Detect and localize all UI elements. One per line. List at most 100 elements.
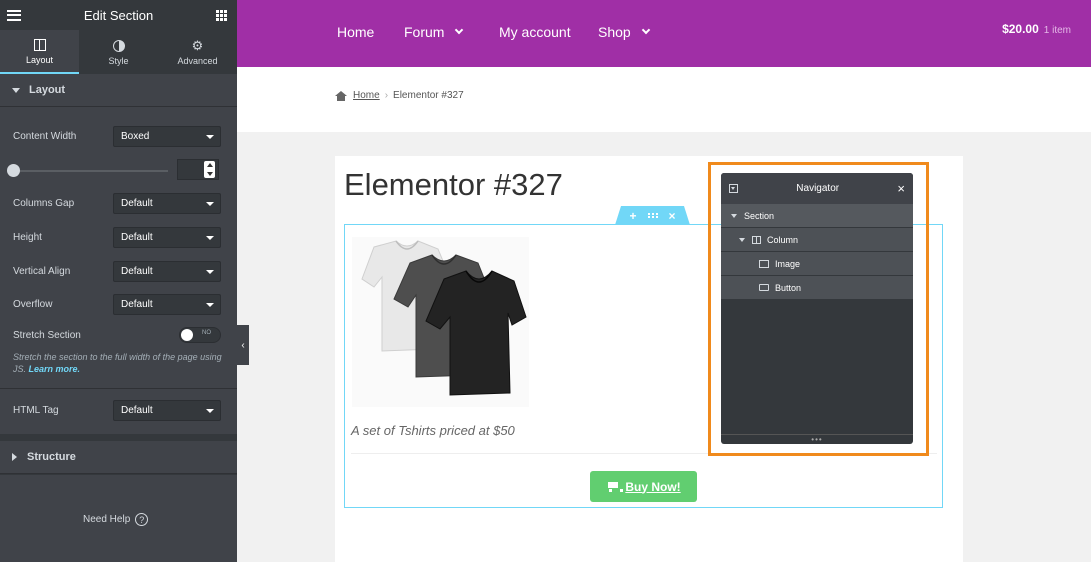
panel-title: Edit Section [83,7,154,23]
chevron-left-icon: ‹ [241,339,245,351]
navigator-item-button[interactable]: Button [721,276,913,300]
nav-my-account[interactable]: My account [499,24,571,40]
content-width-select[interactable]: Boxed [113,126,221,147]
learn-more-link[interactable]: Learn more. [29,364,81,374]
html-tag-label: HTML Tag [13,405,59,416]
breadcrumb-bar: Home › Elementor #327 [237,67,1091,132]
stretch-section-toggle[interactable]: NO [179,327,221,343]
columns-gap-select[interactable]: Default [113,193,221,214]
drag-handle-icon[interactable] [647,213,658,218]
add-section-icon[interactable]: + [629,209,636,223]
close-icon[interactable]: × [897,181,905,196]
width-slider-handle[interactable] [7,164,20,177]
navigator-item-section[interactable]: Section [721,204,913,228]
nav-shop[interactable]: Shop [598,24,650,40]
tab-layout[interactable]: Layout [0,30,79,74]
breadcrumb-separator: › [384,90,389,101]
navigator-item-label: Section [744,210,775,221]
content-width-value: Boxed [121,131,150,142]
home-icon [335,90,347,101]
tab-layout-label: Layout [25,54,54,65]
delete-section-icon[interactable]: × [669,209,676,223]
buy-now-label: Buy Now! [625,479,681,494]
navigator-resize-handle[interactable]: ••• [721,434,913,444]
need-help-label: Need Help [83,514,131,525]
tab-advanced[interactable]: ⚙ Advanced [158,30,237,74]
navigator-item-image[interactable]: Image [721,252,913,276]
breadcrumb: Home › Elementor #327 [335,90,464,101]
cart-item-count: 1 item [1043,25,1071,36]
collapse-all-icon[interactable] [729,184,738,193]
overflow-value: Default [121,299,153,310]
width-number-input[interactable] [177,159,219,180]
columns-gap-control: Columns Gap Default [13,193,221,214]
shopping-cart-icon [606,481,624,492]
layout-section-header[interactable]: Layout [0,74,237,107]
caret-down-icon [12,87,20,93]
caret-down-icon[interactable] [731,213,737,218]
spinner-down-icon[interactable] [206,171,213,176]
height-label: Height [13,232,42,243]
cart-total: $20.00 [1002,22,1039,36]
navigator-header[interactable]: Navigator × [721,173,913,204]
number-spinner[interactable] [204,161,215,178]
navigator-item-label: Column [767,234,799,245]
html-tag-value: Default [121,405,153,416]
toggle-text: NO [202,330,211,336]
caret-right-icon [12,453,17,461]
tshirts-image[interactable] [352,237,529,407]
content-width-label: Content Width [13,131,77,142]
chevron-down-icon [206,302,214,307]
layout-heading: Layout [29,84,66,96]
breadcrumb-home-link[interactable]: Home [353,90,380,101]
widgets-grid-icon[interactable] [216,9,227,21]
toggle-knob [181,329,193,341]
nav-home[interactable]: Home [337,24,374,40]
navigator-item-label: Image [775,258,801,269]
caret-down-icon[interactable] [739,237,745,242]
structure-section-header[interactable]: Structure [0,441,237,474]
vertical-align-label: Vertical Align [13,266,71,277]
question-circle-icon: ? [135,513,149,526]
width-slider-track[interactable] [13,170,168,172]
stretch-section-description: Stretch the section to the full width of… [13,351,225,375]
chevron-down-icon [206,235,214,240]
structure-heading: Structure [27,451,76,463]
html-tag-control: HTML Tag Default [13,400,221,421]
height-select[interactable]: Default [113,227,221,248]
chevron-down-icon [455,25,464,35]
nav-forum-label: Forum [404,24,445,40]
stretch-section-label: Stretch Section [13,329,81,341]
nav-forum[interactable]: Forum [404,24,464,40]
tab-style[interactable]: Style [79,30,158,74]
overflow-select[interactable]: Default [113,294,221,315]
breadcrumb-current: Elementor #327 [393,90,464,101]
divider [0,388,237,389]
site-top-navigation: Home Forum My account Shop $20.00 1 item [237,0,1091,67]
chevron-down-icon [641,25,650,35]
mini-cart[interactable]: $20.00 1 item [1002,22,1071,36]
need-help-link[interactable]: Need Help ? [83,513,149,526]
panel-tabs: Layout Style ⚙ Advanced [0,30,237,74]
menu-icon[interactable] [7,9,21,21]
image-icon [759,259,769,268]
navigator-panel: Navigator × Section Column Image Button … [721,173,913,444]
vertical-align-value: Default [121,266,153,277]
collapse-panel-button[interactable]: ‹ [237,325,249,365]
buy-now-button[interactable]: Buy Now! [590,471,697,502]
spinner-up-icon[interactable] [206,163,213,168]
content-width-control: Content Width Boxed [13,126,221,147]
chevron-down-icon [206,134,214,139]
button-icon [759,284,769,291]
vertical-align-select[interactable]: Default [113,261,221,282]
nav-my-account-label: My account [499,24,571,40]
chevron-down-icon [206,269,214,274]
nav-shop-label: Shop [598,24,631,40]
columns-icon [33,38,46,51]
html-tag-select[interactable]: Default [113,400,221,421]
navigator-item-column[interactable]: Column [721,228,913,252]
section-separator [0,474,237,475]
vertical-align-control: Vertical Align Default [13,261,221,282]
section-handle[interactable]: + × [615,206,690,225]
stretch-section-control: Stretch Section NO [13,327,221,343]
